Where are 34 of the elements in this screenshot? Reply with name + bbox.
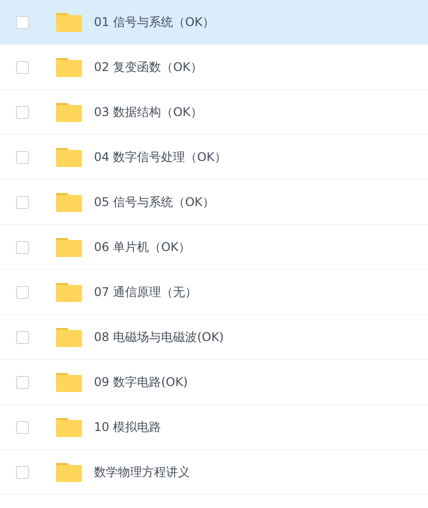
checkbox[interactable] bbox=[16, 240, 29, 254]
checkbox[interactable] bbox=[16, 16, 29, 28]
folder-name[interactable]: 07 通信原理（无） bbox=[94, 284, 198, 300]
folder-name[interactable]: 05 信号与系统（OK） bbox=[94, 194, 214, 210]
checkbox[interactable] bbox=[16, 286, 29, 298]
folder-name[interactable]: 数学物理方程讲义 bbox=[94, 464, 190, 480]
file-row[interactable]: 01 信号与系统（OK） bbox=[0, 0, 428, 45]
folder-icon bbox=[56, 417, 82, 437]
checkbox[interactable] bbox=[16, 60, 29, 74]
folder-icon bbox=[56, 57, 82, 77]
checkbox[interactable] bbox=[16, 420, 29, 434]
folder-icon bbox=[56, 462, 82, 482]
folder-name[interactable]: 01 信号与系统（OK） bbox=[94, 14, 214, 30]
folder-name[interactable]: 09 数字电路(OK) bbox=[94, 374, 188, 390]
checkbox[interactable] bbox=[16, 376, 29, 388]
folder-icon bbox=[56, 327, 82, 347]
folder-name[interactable]: 10 模拟电路 bbox=[94, 418, 162, 436]
folder-name[interactable]: 03 数据结构（OK） bbox=[94, 104, 202, 120]
folder-icon bbox=[56, 147, 82, 167]
folder-icon bbox=[56, 102, 82, 122]
checkbox[interactable] bbox=[16, 196, 29, 208]
folder-icon bbox=[56, 372, 82, 392]
folder-icon bbox=[56, 237, 82, 257]
folder-name[interactable]: 06 单片机（OK） bbox=[94, 238, 190, 256]
folder-icon bbox=[56, 12, 82, 32]
folder-icon bbox=[56, 282, 82, 302]
folder-name[interactable]: 08 电磁场与电磁波(OK) bbox=[94, 328, 224, 346]
checkbox[interactable] bbox=[16, 150, 29, 164]
folder-icon bbox=[56, 192, 82, 212]
folder-name[interactable]: 04 数字信号处理（OK） bbox=[94, 148, 226, 166]
checkbox[interactable] bbox=[16, 466, 29, 478]
folder-name[interactable]: 02 复变函数（OK） bbox=[94, 58, 202, 76]
checkbox[interactable] bbox=[16, 330, 29, 344]
checkbox[interactable] bbox=[16, 106, 29, 118]
